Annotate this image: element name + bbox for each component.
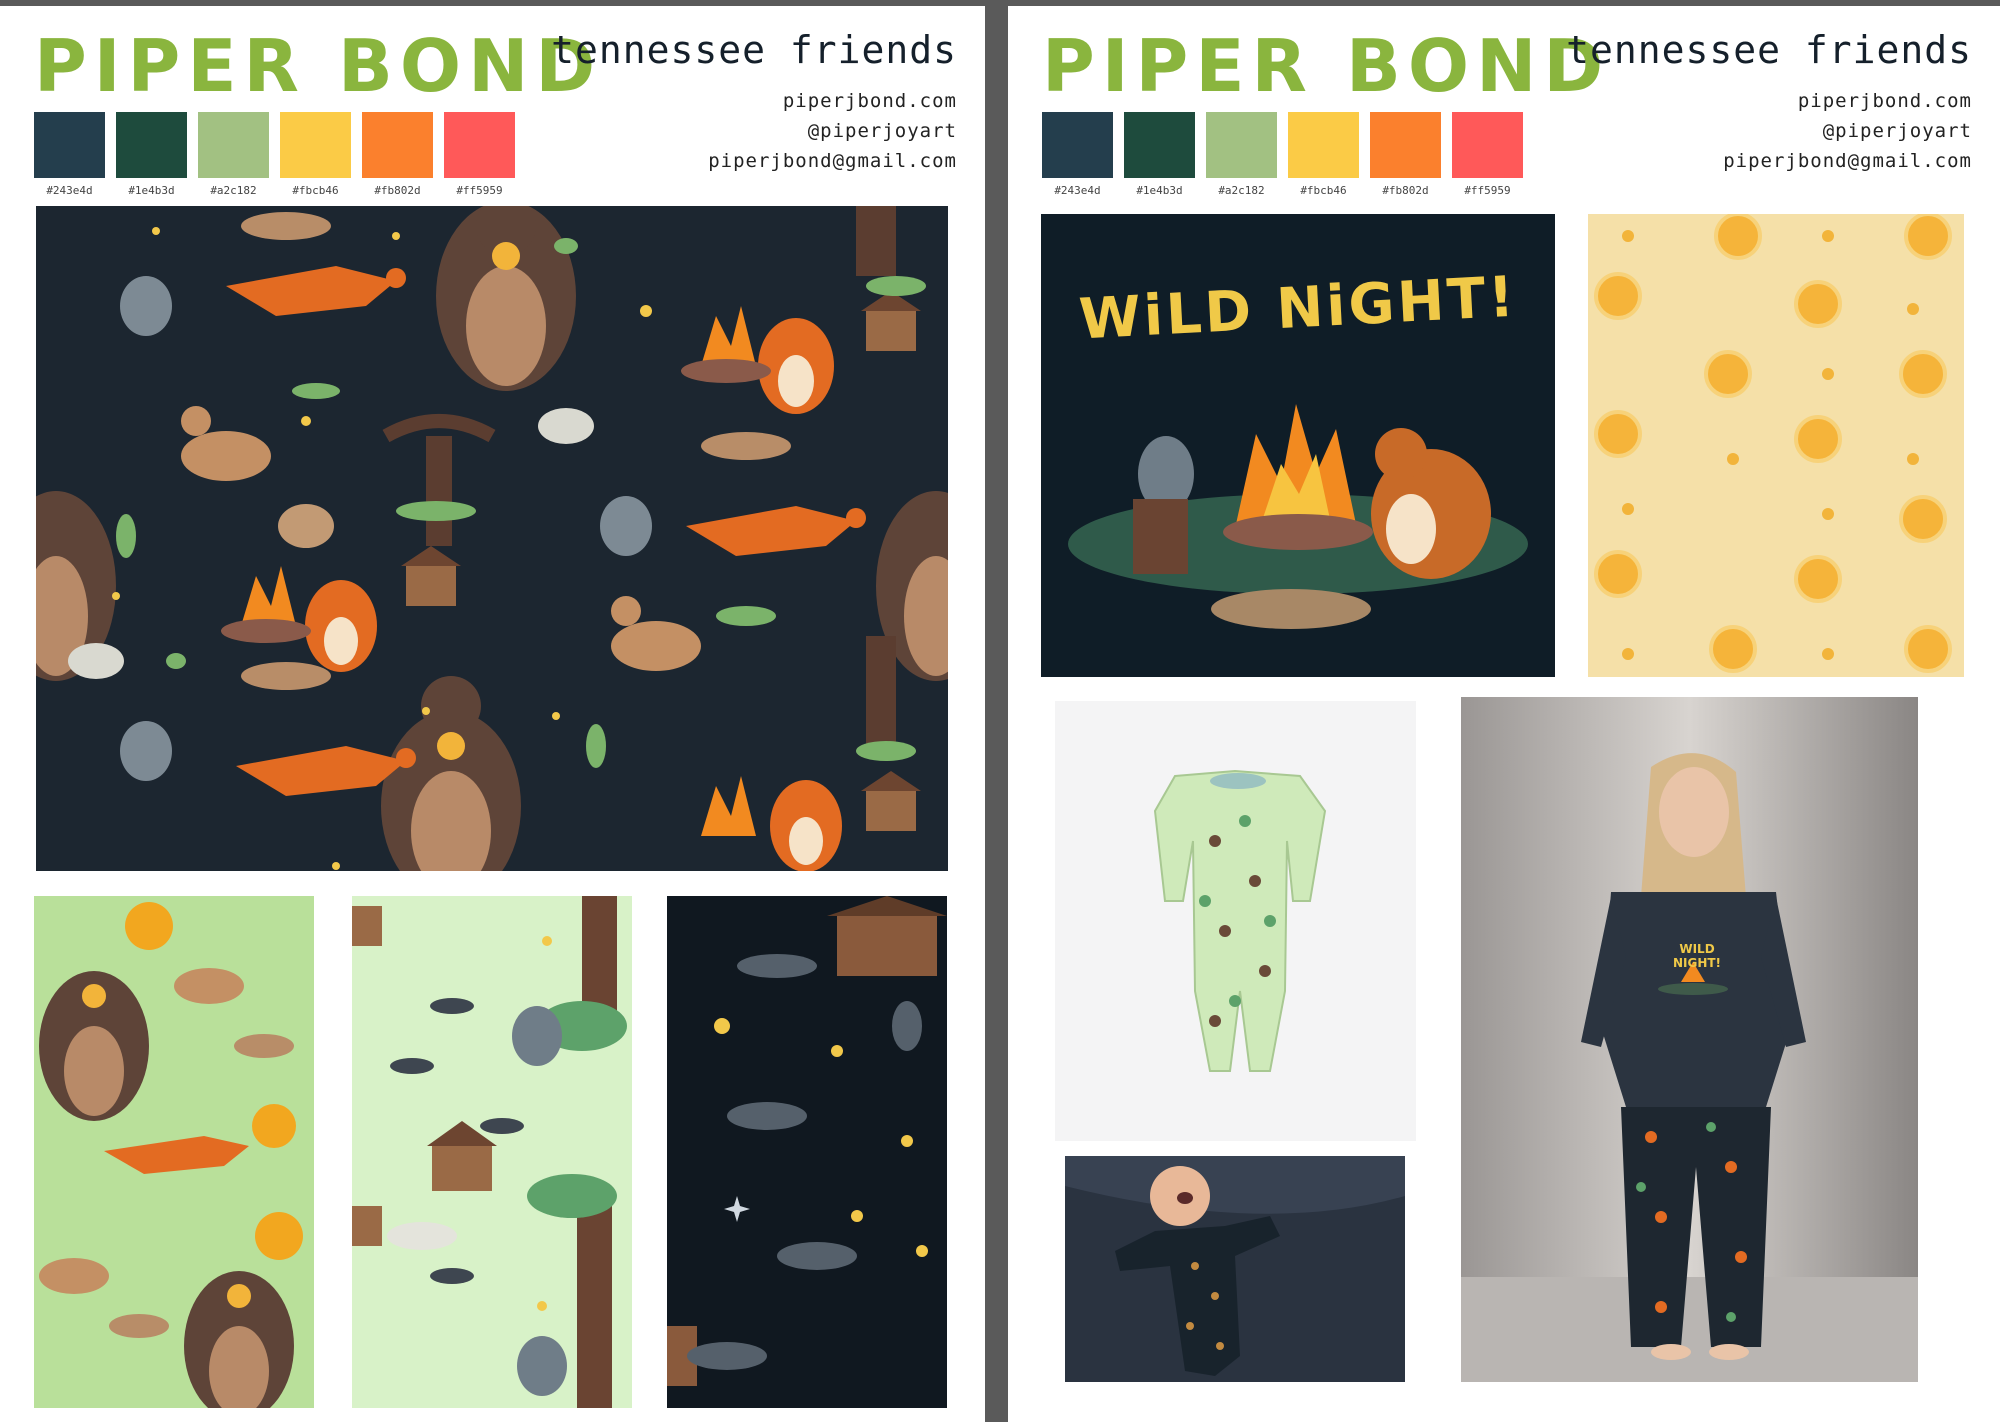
bear-icon [436,206,576,391]
wild-night-print[interactable]: WiLD NiGHT! [1041,214,1555,677]
color-swatch [1288,112,1359,178]
girl-pajama-photo[interactable]: WILD NIGHT! [1461,697,1918,1382]
fox-icon [770,780,842,871]
palette-chip: #fbcb46 [1288,112,1359,197]
hex-label: #243e4d [1054,184,1101,197]
bobcat-icon [1211,589,1371,629]
hex-label: #fb802d [374,184,421,197]
collection-title: tennessee friends [551,28,957,72]
pattern-artwork [352,896,632,1408]
color-swatch [1206,112,1277,178]
owl-icon [387,1222,457,1250]
tree-icon [866,636,896,746]
palette-chip: #a2c182 [198,112,269,197]
night-bat-pattern[interactable] [667,896,947,1408]
palette-chip: #ff5959 [444,112,515,197]
bear-icon [39,971,149,1121]
palette-chip: #fbcb46 [280,112,351,197]
palette-chip: #243e4d [1042,112,1113,197]
palette-chip: #1e4b3d [116,112,187,197]
palette-chip: #a2c182 [1206,112,1277,197]
onesie-mockup[interactable] [1055,701,1416,1141]
main-woodland-pattern[interactable] [36,206,948,871]
raccoon-icon [1133,436,1194,574]
color-swatch [1042,112,1113,178]
hex-label: #ff5959 [1464,184,1511,197]
color-palette: #243e4d #1e4b3d #a2c182 #fbcb46 #fb802d … [34,112,515,197]
contact-block: piperjbond.com @piperjoyart piperjbond@g… [1723,86,1972,176]
brand-name: PIPER BOND [1042,24,1611,108]
girl-photo-artwork [1461,697,1918,1382]
color-swatch [116,112,187,178]
color-swatch [34,112,105,178]
social-handle[interactable]: @piperjoyart [708,116,957,146]
brand-name: PIPER BOND [34,24,603,108]
hex-label: #fb802d [1382,184,1429,197]
baby-photo[interactable] [1065,1156,1405,1382]
hex-label: #a2c182 [210,184,257,197]
email-link[interactable]: piperjbond@gmail.com [1723,146,1972,176]
shirt-print-title: WILD NIGHT! [1672,942,1722,970]
collection-title: tennessee friends [1566,28,1972,72]
onesie-mockup-artwork [1055,701,1416,1141]
hex-label: #243e4d [46,184,93,197]
palette-chip: #243e4d [34,112,105,197]
tree-icon [856,206,896,276]
hex-label: #ff5959 [456,184,503,197]
color-swatch [1124,112,1195,178]
pattern-artwork [34,896,314,1408]
pattern-artwork [1588,214,1964,677]
color-swatch [198,112,269,178]
baby-photo-artwork [1065,1156,1405,1382]
fox-icon [305,580,377,672]
pattern-artwork [667,896,947,1408]
website-link[interactable]: piperjbond.com [708,86,957,116]
hex-label: #fbcb46 [292,184,339,197]
presentation-sheet-right: PIPER BOND tennessee friends piperjbond.… [1008,6,2000,1422]
pattern-artwork [36,206,948,871]
color-palette: #243e4d #1e4b3d #a2c182 #fbcb46 #fb802d … [1042,112,1523,197]
color-swatch [1370,112,1441,178]
green-bear-pattern[interactable] [34,896,314,1408]
hex-label: #a2c182 [1218,184,1265,197]
color-swatch [280,112,351,178]
mint-raccoon-pattern[interactable] [352,896,632,1408]
palette-chip: #1e4b3d [1124,112,1195,197]
hex-label: #1e4b3d [1136,184,1183,197]
presentation-sheet-left: PIPER BOND tennessee friends piperjbond.… [0,6,985,1422]
color-swatch [1452,112,1523,178]
fox-icon [758,318,834,414]
palette-chip: #ff5959 [1452,112,1523,197]
contact-block: piperjbond.com @piperjoyart piperjbond@g… [708,86,957,176]
palette-chip: #fb802d [1370,112,1441,197]
social-handle[interactable]: @piperjoyart [1723,116,1972,146]
email-link[interactable]: piperjbond@gmail.com [708,146,957,176]
palette-chip: #fb802d [362,112,433,197]
website-link[interactable]: piperjbond.com [1723,86,1972,116]
honey-swirl-pattern[interactable] [1588,214,1964,677]
color-swatch [362,112,433,178]
color-swatch [444,112,515,178]
hex-label: #1e4b3d [128,184,175,197]
hex-label: #fbcb46 [1300,184,1347,197]
